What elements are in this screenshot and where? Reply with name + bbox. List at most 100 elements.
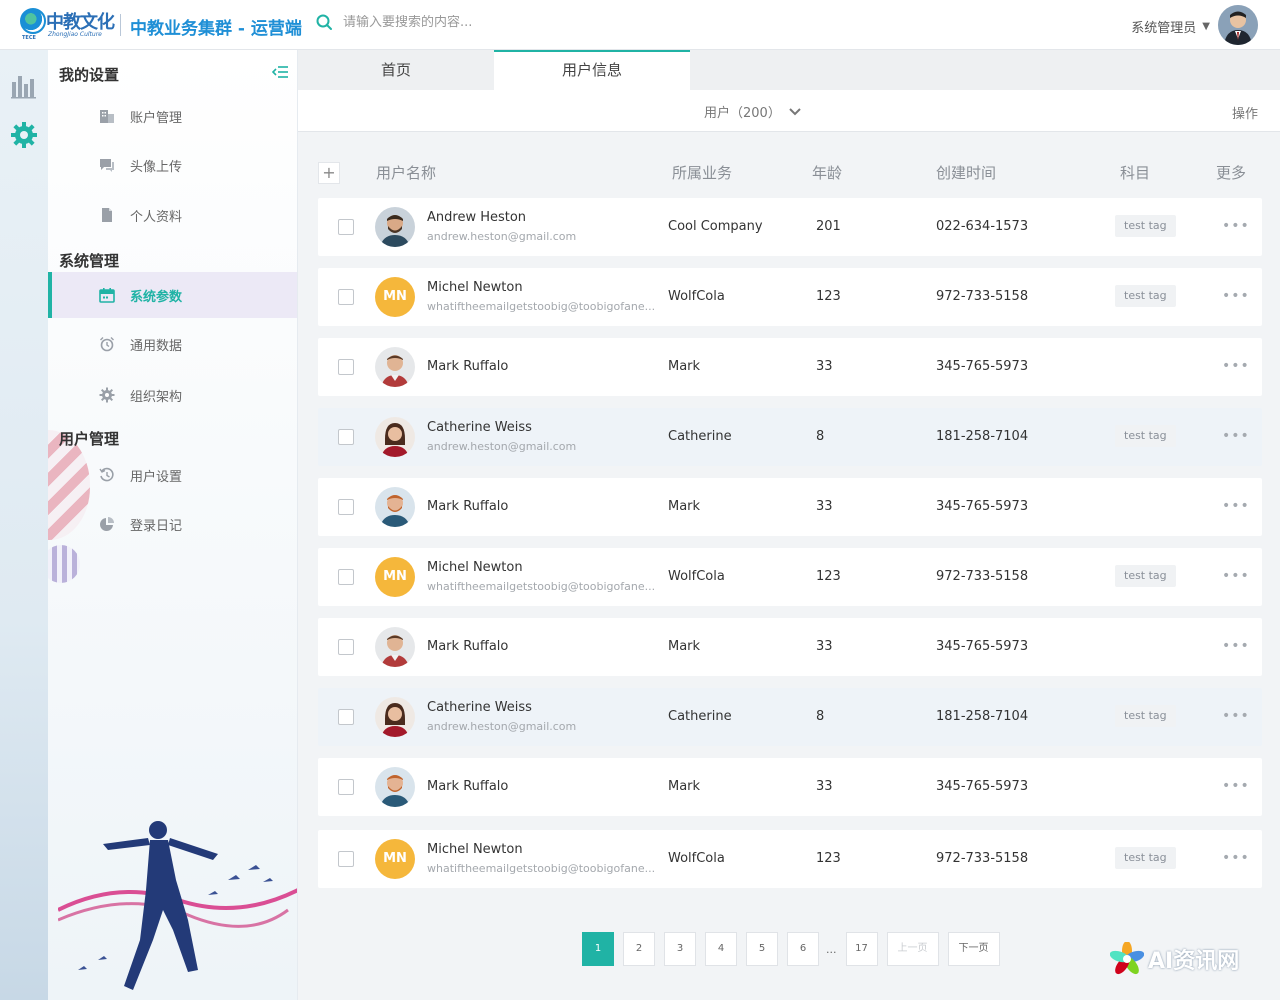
tab-user-info[interactable]: 用户信息	[494, 50, 690, 90]
user-name[interactable]: Mark Ruffalo	[427, 639, 508, 654]
pagination-ellipsis: ...	[826, 942, 837, 956]
avatar[interactable]: MN	[375, 277, 415, 317]
row-checkbox[interactable]	[338, 779, 354, 795]
avatar[interactable]	[375, 207, 415, 247]
add-row-button[interactable]: +	[318, 162, 340, 184]
more-options-icon[interactable]: •••	[1222, 706, 1249, 726]
page-4-button[interactable]: 4	[705, 932, 737, 966]
user-name[interactable]: Catherine Weiss	[427, 420, 532, 435]
table-row[interactable]: MN Michel Newton whatiftheemailgetstoobig@…	[318, 830, 1262, 888]
sidebar-item-org[interactable]: 组织架构	[48, 372, 297, 418]
tab-home[interactable]: 首页	[298, 50, 494, 90]
sidebar-item-common-data[interactable]: 通用数据	[48, 321, 297, 367]
row-checkbox[interactable]	[338, 289, 354, 305]
more-options-icon[interactable]: •••	[1222, 636, 1249, 656]
sidebar-item-account[interactable]: 账户管理	[48, 93, 297, 139]
page-6-button[interactable]: 6	[787, 932, 819, 966]
search-input[interactable]	[343, 15, 543, 30]
search-icon[interactable]	[316, 14, 333, 31]
subject-tag[interactable]: test tag	[1115, 285, 1176, 307]
avatar[interactable]: MN	[375, 839, 415, 879]
user-avatar[interactable]	[1218, 5, 1258, 45]
sidebar-item-login-log[interactable]: 登录日记	[48, 501, 297, 547]
user-name[interactable]: Mark Ruffalo	[427, 359, 508, 374]
logo[interactable]: 中教文化 ZhongJiao Culture TECE	[20, 8, 115, 42]
table-row[interactable]: Catherine Weiss andrew.heston@gmail.com Ca…	[318, 408, 1262, 466]
avatar[interactable]	[375, 417, 415, 457]
table-row[interactable]: MN Michel Newton whatiftheemailgetstoobig@…	[318, 548, 1262, 606]
more-options-icon[interactable]: •••	[1222, 426, 1249, 446]
user-name[interactable]: Michel Newton	[427, 842, 523, 857]
page-last-button[interactable]: 17	[845, 932, 878, 966]
subject-tag[interactable]: test tag	[1115, 847, 1176, 869]
user-menu[interactable]: 系统管理员 ▼	[1131, 17, 1210, 36]
column-header-name[interactable]: 用户名称	[376, 162, 436, 183]
user-name[interactable]: Mark Ruffalo	[427, 499, 508, 514]
next-page-button[interactable]: 下一页	[947, 932, 1000, 966]
column-header-created[interactable]: 创建时间	[936, 162, 996, 183]
subject-tag[interactable]: test tag	[1115, 565, 1176, 587]
table-row[interactable]: Andrew Heston andrew.heston@gmail.com Cool…	[318, 198, 1262, 256]
user-name[interactable]: Andrew Heston	[427, 210, 526, 225]
row-checkbox[interactable]	[338, 499, 354, 515]
prev-page-button[interactable]: 上一页	[886, 932, 939, 966]
avatar[interactable]	[375, 627, 415, 667]
row-checkbox[interactable]	[338, 639, 354, 655]
more-options-icon[interactable]: •••	[1222, 566, 1249, 586]
page-5-button[interactable]: 5	[746, 932, 778, 966]
user-email: whatiftheemailgetstoobig@toobigofane...	[427, 300, 656, 313]
user-count-dropdown[interactable]: 用户（200）	[704, 102, 801, 121]
row-checkbox[interactable]	[338, 709, 354, 725]
column-header-business[interactable]: 所属业务	[672, 162, 732, 183]
sidebar-item-avatar-upload[interactable]: 头像上传	[48, 142, 297, 188]
user-name[interactable]: Michel Newton	[427, 560, 523, 575]
tab-bar: 首页 用户信息	[298, 50, 1280, 90]
more-options-icon[interactable]: •••	[1222, 356, 1249, 376]
row-checkbox[interactable]	[338, 219, 354, 235]
user-name[interactable]: Mark Ruffalo	[427, 779, 508, 794]
user-name[interactable]: Catherine Weiss	[427, 700, 532, 715]
header-divider	[120, 14, 121, 36]
collapse-menu-icon[interactable]	[271, 64, 288, 78]
column-header-more[interactable]: 更多	[1216, 162, 1246, 183]
subject-tag[interactable]: test tag	[1115, 215, 1176, 237]
subject-tag[interactable]: test tag	[1115, 705, 1176, 727]
table-row[interactable]: Mark Ruffalo Mark 33 345-765-5973 •••	[318, 618, 1262, 676]
created-cell: 972-733-5158	[936, 851, 1029, 866]
row-checkbox[interactable]	[338, 851, 354, 867]
avatar[interactable]	[375, 697, 415, 737]
subject-tag[interactable]: test tag	[1115, 425, 1176, 447]
more-options-icon[interactable]: •••	[1222, 496, 1249, 516]
bar-chart-icon[interactable]	[9, 70, 39, 100]
avatar[interactable]	[375, 487, 415, 527]
table-row[interactable]: Mark Ruffalo Mark 33 345-765-5973 •••	[318, 478, 1262, 536]
more-options-icon[interactable]: •••	[1222, 848, 1249, 868]
column-header-age[interactable]: 年龄	[812, 162, 842, 183]
created-cell: 345-765-5973	[936, 359, 1029, 374]
sidebar-item-profile[interactable]: 个人资料	[48, 192, 297, 238]
row-checkbox[interactable]	[338, 429, 354, 445]
more-options-icon[interactable]: •••	[1222, 216, 1249, 236]
user-email: whatiftheemailgetstoobig@toobigofane...	[427, 580, 656, 593]
operations-label[interactable]: 操作	[1232, 103, 1258, 122]
more-options-icon[interactable]: •••	[1222, 286, 1249, 306]
page-2-button[interactable]: 2	[623, 932, 655, 966]
column-header-subject[interactable]: 科目	[1120, 162, 1150, 183]
sidebar-item-user-settings[interactable]: 用户设置	[48, 452, 297, 498]
table-row[interactable]: Mark Ruffalo Mark 33 345-765-5973 •••	[318, 338, 1262, 396]
page-3-button[interactable]: 3	[664, 932, 696, 966]
more-options-icon[interactable]: •••	[1222, 776, 1249, 796]
settings-gear-icon[interactable]	[9, 120, 39, 150]
table-row[interactable]: MN Michel Newton whatiftheemailgetstoobig@…	[318, 268, 1262, 326]
document-icon	[98, 206, 116, 224]
row-checkbox[interactable]	[338, 569, 354, 585]
table-row[interactable]: Mark Ruffalo Mark 33 345-765-5973 •••	[318, 758, 1262, 816]
avatar[interactable]: MN	[375, 557, 415, 597]
user-name[interactable]: Michel Newton	[427, 280, 523, 295]
page-1-button[interactable]: 1	[582, 932, 614, 966]
sidebar-item-system-params[interactable]: 系统参数	[48, 272, 297, 318]
avatar[interactable]	[375, 767, 415, 807]
table-row[interactable]: Catherine Weiss andrew.heston@gmail.com Ca…	[318, 688, 1262, 746]
avatar[interactable]	[375, 347, 415, 387]
row-checkbox[interactable]	[338, 359, 354, 375]
